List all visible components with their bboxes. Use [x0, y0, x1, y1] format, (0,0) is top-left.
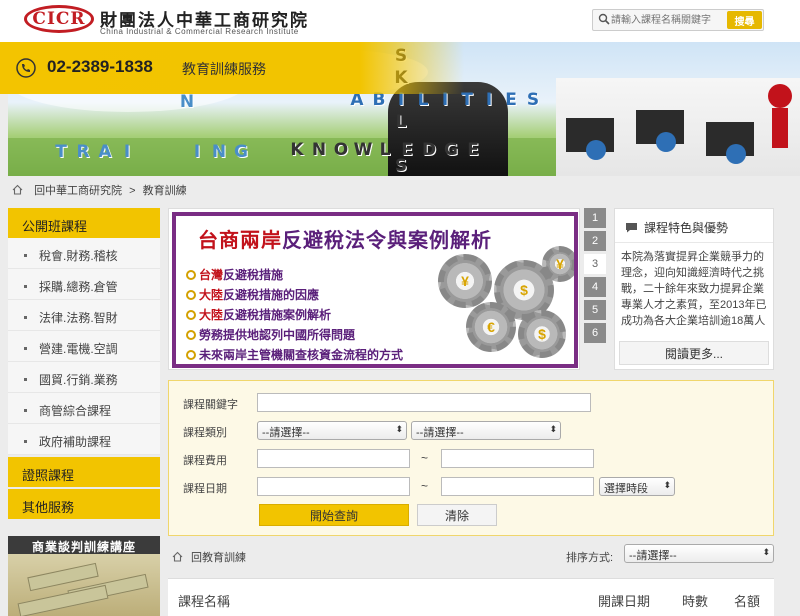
date-start-input[interactable]: [257, 477, 410, 496]
site-search: 搜尋: [592, 9, 764, 31]
slide-pager: 1 2 3 4 5 6: [584, 208, 606, 346]
card-text: 本院為落實提昇企業競爭力的理念，迎向知識經濟時代之挑戰，二十餘年來致力提昇企業專…: [621, 251, 767, 327]
speech-bubble-icon: [626, 223, 637, 233]
sidebar: 公開班課程 稅會.財務.稽核 採購.總務.倉管 法律.法務.智財 營建.電機.空…: [8, 208, 160, 519]
slide-title: 台商兩岸反避稅法令與案例解析: [198, 228, 492, 252]
top-bar: CICR 財團法人中華工商研究院 China Industrial & Comm…: [0, 0, 800, 42]
org-name-en: China Industrial & Commercial Research I…: [100, 27, 299, 36]
results-table-header: 課程名稱 開課日期 時數 名額: [168, 578, 774, 616]
bullet-icon: [24, 409, 27, 412]
phone-icon: [16, 58, 36, 78]
sidebar-section-public-courses[interactable]: 公開班課程: [8, 208, 160, 238]
search-button[interactable]: 搜尋: [727, 11, 762, 29]
range-separator: ~: [421, 479, 429, 493]
fee-label: 課程費用: [183, 455, 227, 467]
home-icon: [12, 184, 23, 195]
sidebar-item[interactable]: 政府補助課程: [8, 424, 160, 455]
gear-icon: ¥: [438, 254, 492, 308]
course-feature-card: 課程特色與優勢 本院為落實提昇企業競爭力的理念，迎向知識經濟時代之挑戰，二十餘年…: [614, 208, 774, 370]
slide-bullet: 台灣反避稅措施: [186, 266, 283, 282]
range-separator: ~: [421, 451, 429, 465]
sidebar-section-other-services[interactable]: 其他服務: [8, 489, 160, 519]
slide-bullet: 大陸反避稅措施的因應: [186, 286, 319, 302]
category-select-sub[interactable]: --請選擇-- ⬍: [411, 421, 561, 440]
breadcrumb: 回中華工商研究院 > 教育訓練: [12, 182, 187, 198]
sidebar-item[interactable]: 稅會.財務.稽核: [8, 238, 160, 269]
fee-min-input[interactable]: [257, 449, 410, 468]
column-header-start-date[interactable]: 開課日期: [598, 591, 650, 610]
page: T R A I I N G N K N O W L E D G E A B I …: [0, 0, 800, 616]
gear-icon: €: [466, 302, 516, 352]
updown-arrow-icon: ⬍: [549, 424, 557, 434]
course-search-form: 課程關鍵字 課程類別 --請選擇-- ⬍ --請選擇-- ⬍ 課程費用 ~ 課程日期…: [168, 380, 774, 536]
column-header-hours[interactable]: 時數: [682, 591, 708, 610]
keyword-input[interactable]: [257, 393, 591, 412]
date-end-input[interactable]: [441, 477, 594, 496]
service-title: 教育訓練服務: [182, 61, 266, 77]
bullet-icon: [24, 316, 27, 319]
bullet-icon: [24, 440, 27, 443]
sort-label: 排序方式:: [566, 552, 614, 564]
fee-max-input[interactable]: [441, 449, 594, 468]
results-toolbar: 回教育訓練 排序方式: --請選擇-- ⬍: [168, 540, 774, 570]
featured-course-slide[interactable]: 台商兩岸反避稅法令與案例解析 台灣反避稅措施 大陸反避稅措施的因應 大陸反避稅措…: [168, 208, 580, 370]
slide-bullet: 大陸反避稅措施案例解析: [186, 306, 331, 322]
slide-page-button[interactable]: 2: [584, 231, 606, 251]
bullet-icon: [24, 285, 27, 288]
gear-icon: ¥: [542, 246, 574, 282]
slide-page-button[interactable]: 1: [584, 208, 606, 228]
clear-button[interactable]: 清除: [417, 504, 497, 526]
slide-page-button[interactable]: 4: [584, 277, 606, 297]
logo[interactable]: CICR: [24, 5, 94, 33]
updown-arrow-icon: ⬍: [762, 547, 770, 557]
period-select[interactable]: 選擇時段 ⬍: [599, 477, 675, 496]
updown-arrow-icon: ⬍: [395, 424, 403, 434]
slide-image: 台商兩岸反避稅法令與案例解析 台灣反避稅措施 大陸反避稅措施的因應 大陸反避稅措…: [172, 212, 578, 368]
breadcrumb-separator: >: [129, 185, 136, 197]
home-icon: [172, 551, 183, 562]
phone-number: 02-2389-1838: [47, 57, 153, 76]
search-icon: [598, 13, 610, 25]
bullet-icon: [24, 347, 27, 350]
sidebar-item[interactable]: 營建.電機.空調: [8, 331, 160, 362]
promo-banner[interactable]: 商業談判訓練講座: [8, 536, 160, 616]
bullet-icon: [24, 378, 27, 381]
sidebar-item[interactable]: 國貿.行銷.業務: [8, 362, 160, 393]
date-label: 課程日期: [183, 483, 227, 495]
search-input[interactable]: [611, 11, 723, 29]
results-home-link[interactable]: 回教育訓練: [172, 549, 246, 565]
sidebar-item[interactable]: 採購.總務.倉管: [8, 269, 160, 300]
column-header-course-name[interactable]: 課程名稱: [178, 591, 230, 610]
slide-page-button[interactable]: 6: [584, 323, 606, 343]
promo-title: 商業談判訓練講座: [31, 540, 136, 554]
slide-bullet: 勞務提供地認列中國所得問題: [186, 326, 355, 342]
slide-page-button[interactable]: 5: [584, 300, 606, 320]
sidebar-section-certification[interactable]: 證照課程: [8, 457, 160, 487]
slide-bullet: 未來兩岸主管機關查核資金流程的方式: [186, 346, 403, 362]
sidebar-item[interactable]: 法律.法務.智財: [8, 300, 160, 331]
card-header: 課程特色與優勢: [615, 209, 773, 243]
category-label: 課程類別: [183, 427, 227, 439]
read-more-button[interactable]: 閱讀更多...: [619, 341, 769, 365]
card-title: 課程特色與優勢: [644, 221, 729, 235]
keyword-label: 課程關鍵字: [183, 399, 238, 411]
column-header-seats[interactable]: 名額: [734, 591, 760, 610]
gear-icon: $: [518, 310, 566, 358]
sidebar-item[interactable]: 商管綜合課程: [8, 393, 160, 424]
start-search-button[interactable]: 開始查詢: [259, 504, 409, 526]
breadcrumb-home-link[interactable]: 回中華工商研究院: [34, 185, 122, 197]
category-select-main[interactable]: --請選擇-- ⬍: [257, 421, 407, 440]
breadcrumb-current: 教育訓練: [142, 185, 187, 197]
updown-arrow-icon: ⬍: [663, 480, 671, 490]
sort-select[interactable]: --請選擇-- ⬍: [624, 544, 774, 563]
bullet-icon: [24, 254, 27, 257]
slide-page-button-active[interactable]: 3: [584, 254, 606, 274]
